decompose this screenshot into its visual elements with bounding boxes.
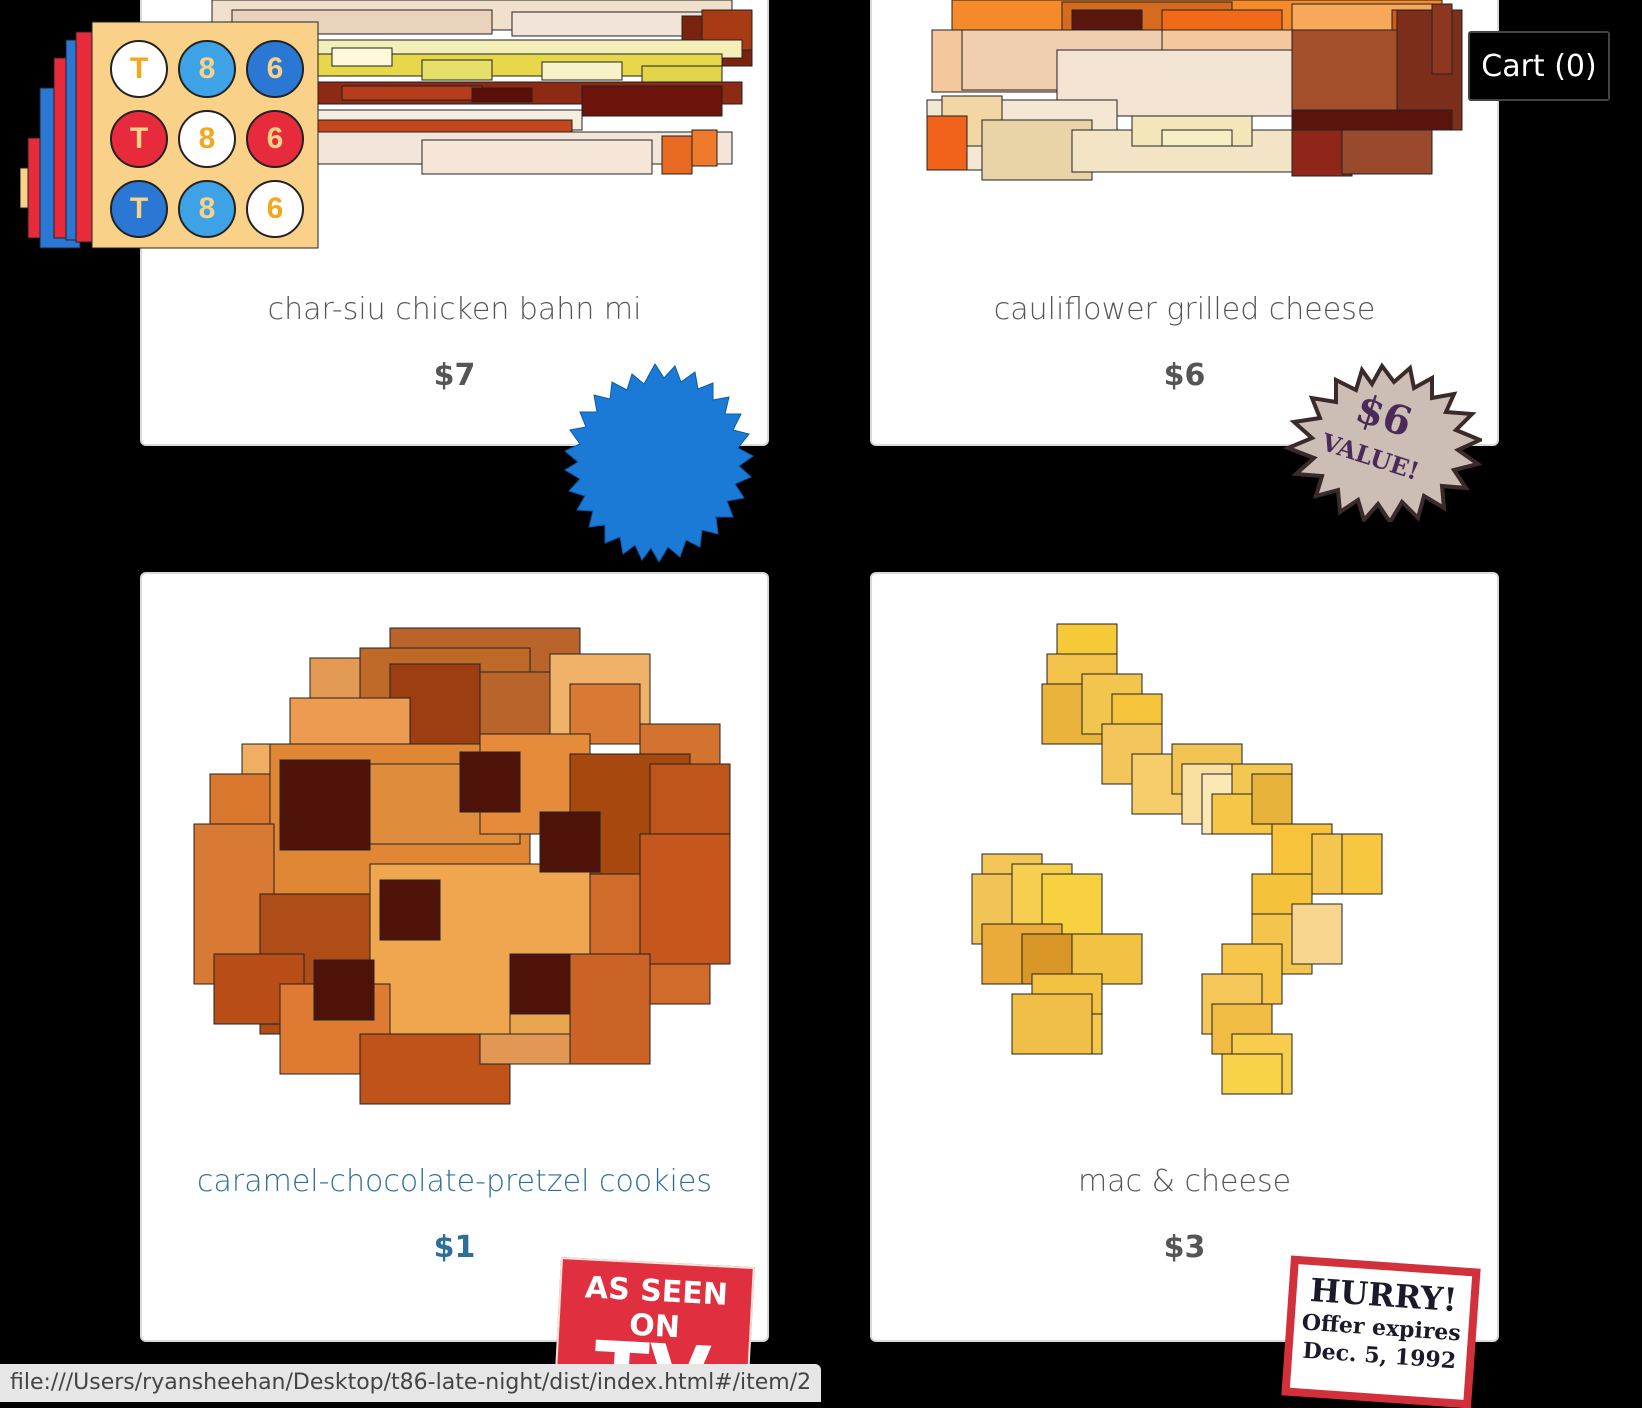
logo-letter: 6 — [246, 110, 304, 168]
logo-letter: 6 — [246, 180, 304, 238]
logo-letter: 8 — [178, 110, 236, 168]
menu-item-mac-cheese[interactable]: mac & cheese $3 — [870, 572, 1499, 1342]
menu-item-price: $1 — [433, 1230, 476, 1265]
grilled-cheese-illustration — [926, 0, 1463, 181]
cookie-illustration — [193, 627, 731, 1105]
as-seen-on-tv-sticker: AS SEEN ON TV — [555, 1257, 755, 1379]
cart-button[interactable]: Cart (0) — [1468, 31, 1610, 101]
mac-cheese-illustration — [971, 623, 1383, 1095]
value-sticker: $6 VALUE! — [1282, 362, 1482, 522]
menu-item-price: $3 — [1163, 1230, 1206, 1265]
menu-item-name: char-siu chicken bahn mi — [267, 292, 642, 327]
logo-letter: T — [110, 180, 168, 238]
browser-status-bar: file:///Users/ryansheehan/Desktop/t86-la… — [0, 1364, 822, 1402]
logo-letter: 6 — [246, 40, 304, 98]
hurry-offer-sticker: HURRY! Offer expires Dec. 5, 1992 — [1281, 1255, 1481, 1408]
menu-item-name: cauliflower grilled cheese — [993, 292, 1376, 327]
blue-starburst-sticker — [564, 363, 754, 562]
menu-item-cookies[interactable]: caramel-chocolate-pretzel cookies $1 — [140, 572, 769, 1342]
t86-logo[interactable]: T 8 6 T 8 6 T 8 6 — [20, 18, 320, 250]
logo-letter: T — [110, 110, 168, 168]
logo-letter: T — [110, 40, 168, 98]
logo-letter: 8 — [178, 180, 236, 238]
menu-item-name: mac & cheese — [1077, 1164, 1292, 1199]
menu-item-name: caramel-chocolate-pretzel cookies — [197, 1164, 712, 1199]
logo-letter: 8 — [178, 40, 236, 98]
